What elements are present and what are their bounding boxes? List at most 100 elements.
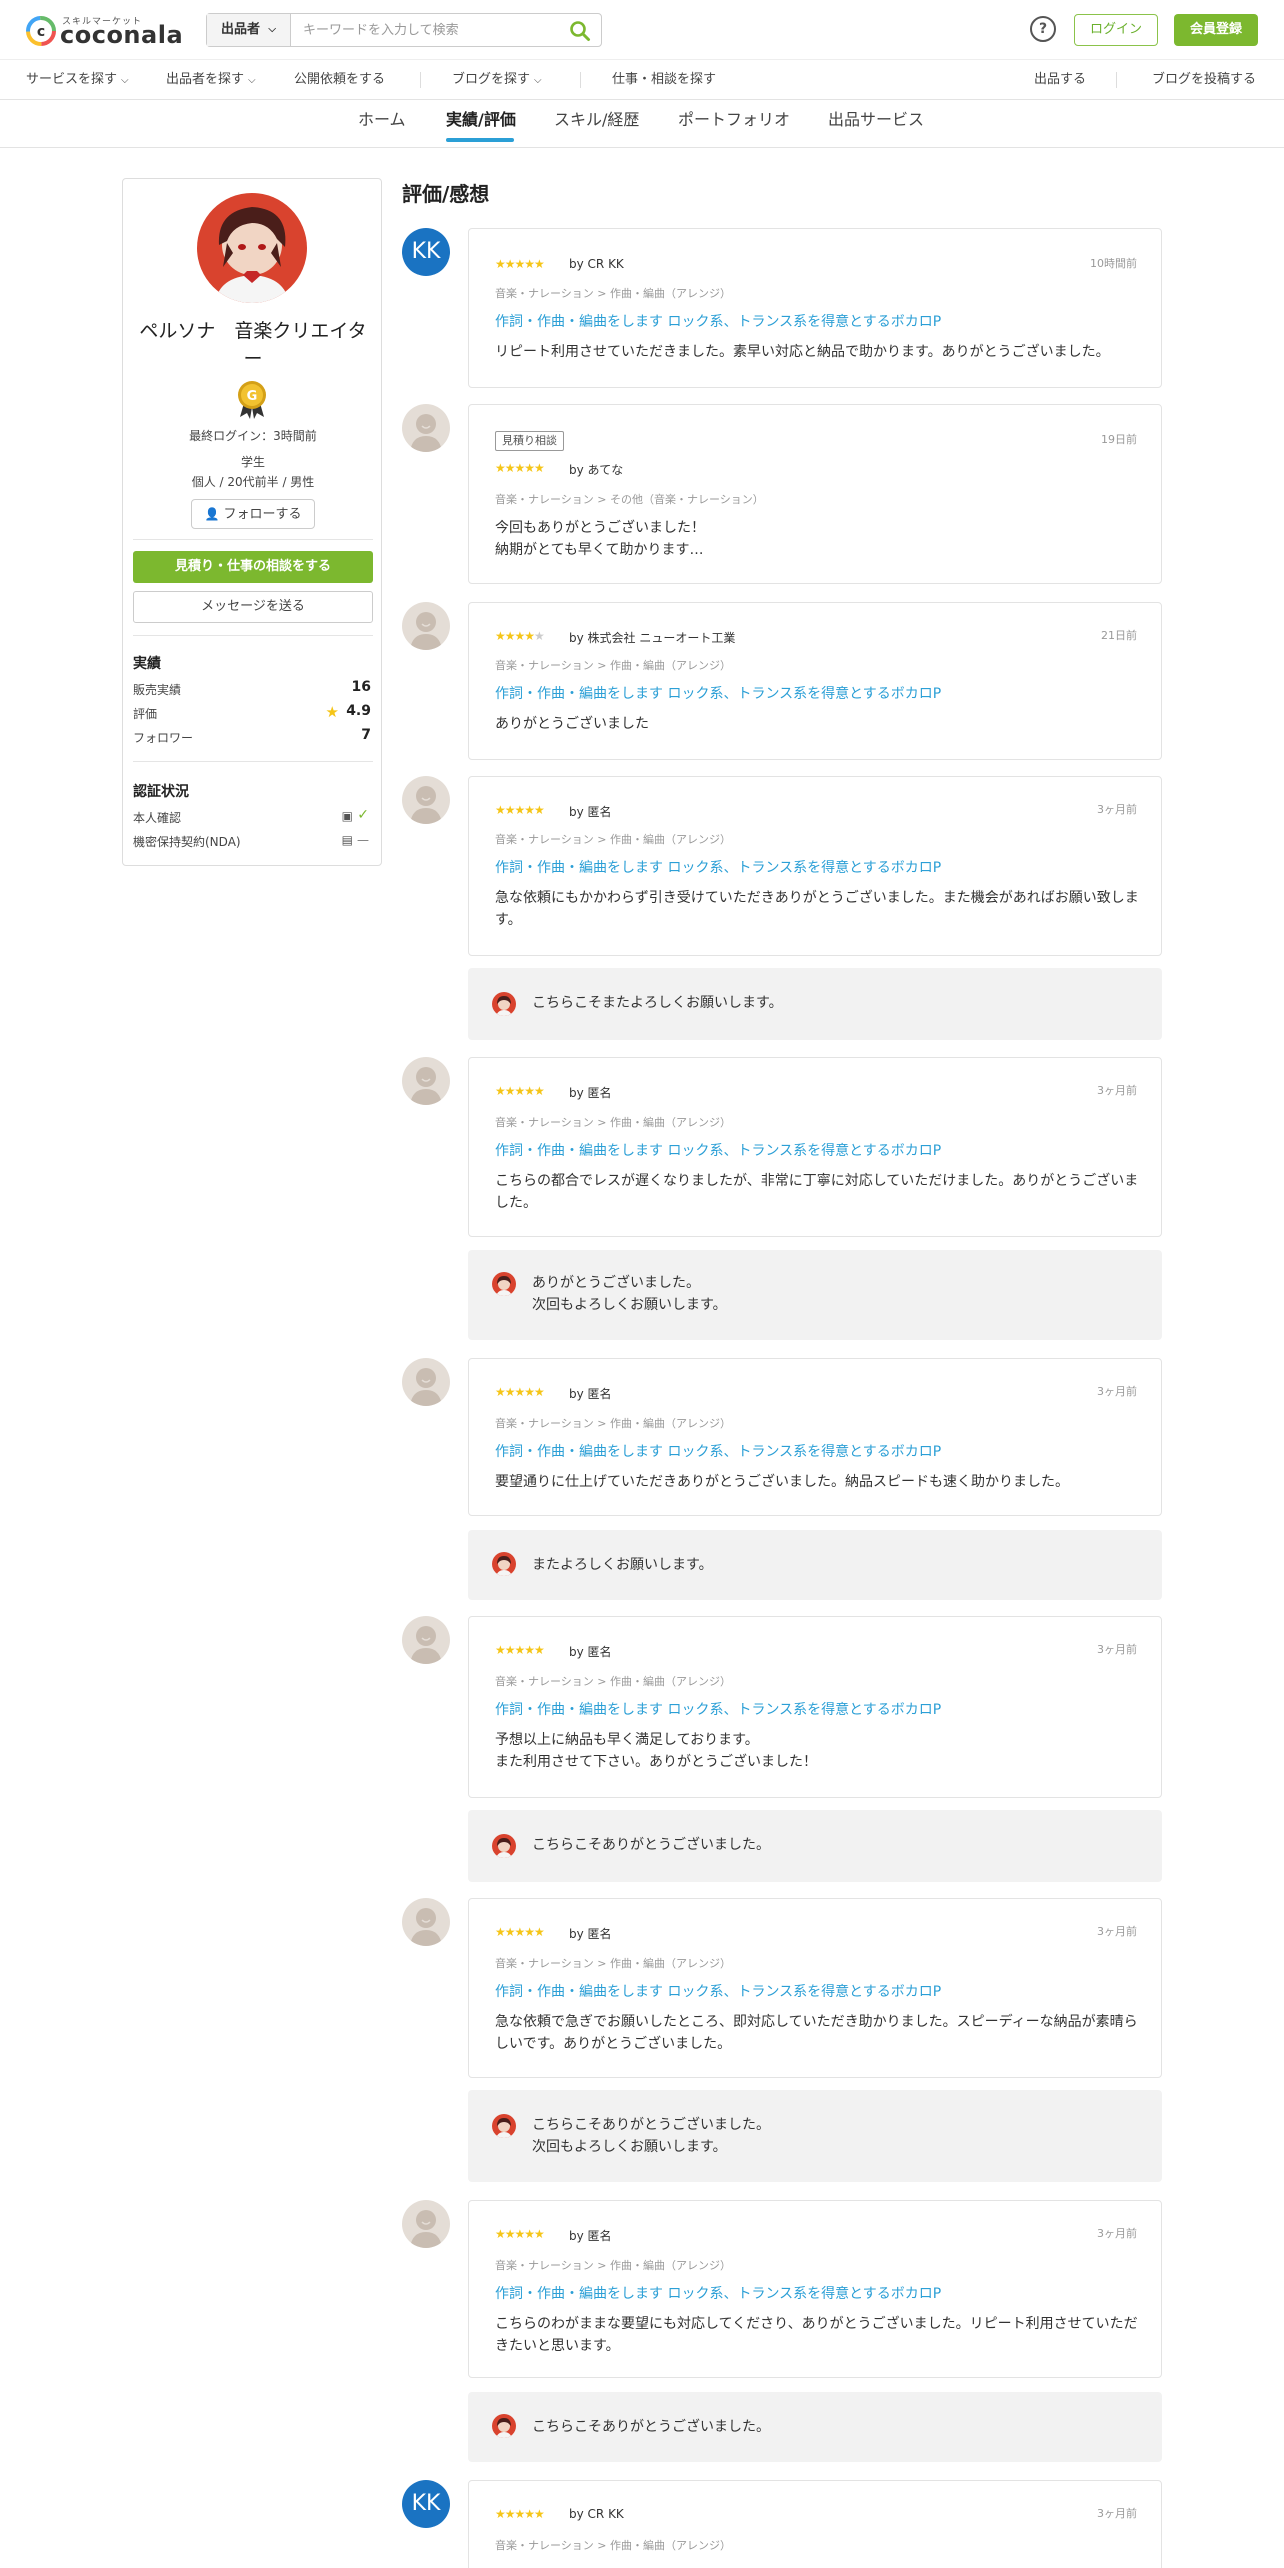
nav-find-blogs[interactable]: ブログを探す ⌵ <box>452 60 542 100</box>
search-input[interactable] <box>291 14 561 46</box>
seller-reply: こちらこそまたよろしくお願いします。 <box>468 968 1162 1040</box>
chevron-down-icon: ⌵ <box>534 75 542 86</box>
user-plus-icon: 👤 <box>204 507 220 521</box>
service-link[interactable]: 作詞・作曲・編曲をします ロック系、トランス系を得意とするボカロP <box>495 1441 941 1461</box>
filled-stars: ★★★★★ <box>495 1925 545 1939</box>
default-user-avatar-icon[interactable] <box>402 776 450 824</box>
default-user-avatar-icon[interactable] <box>402 1616 450 1664</box>
rating-stars: ★★★★★ <box>495 257 545 271</box>
send-message-button[interactable]: メッセージを送る <box>133 591 373 623</box>
coconala-logo[interactable]: c スキルマーケット coconala <box>26 14 183 49</box>
nav-find-jobs[interactable]: 仕事・相談を探す <box>612 60 716 100</box>
divider <box>133 635 373 636</box>
review-date: 21日前 <box>1101 629 1137 642</box>
review-comment: 要望通りに仕上げていただきありがとうございました。納品スピードも速く助かりました… <box>495 1474 1069 1490</box>
default-user-avatar-icon[interactable] <box>402 602 450 650</box>
default-user-avatar-icon[interactable] <box>402 2200 450 2248</box>
document-icon: ▤ <box>341 833 353 847</box>
service-category: 音楽・ナレーション > 作曲・編曲（アレンジ） <box>495 1675 731 1688</box>
seller-reply-avatar <box>492 1272 516 1296</box>
filled-stars: ★★★★★ <box>495 2507 545 2521</box>
nav-find-services-label: サービスを探す <box>26 72 118 87</box>
identity-label: 本人確認 <box>133 811 182 825</box>
reviewer-name: by 匿名 <box>569 1387 612 1401</box>
search-icon[interactable] <box>569 20 591 42</box>
reviewer-name: by 株式会社 ニューオート工業 <box>569 631 736 645</box>
service-link[interactable]: 作詞・作曲・編曲をします ロック系、トランス系を得意とするボカロP <box>495 1699 941 1719</box>
seller-avatar-image <box>197 193 307 303</box>
service-link[interactable]: 作詞・作曲・編曲をします ロック系、トランス系を得意とするボカロP <box>495 311 941 331</box>
seller-reply: こちらこそありがとうございました。 次回もよろしくお願いします。 <box>468 2090 1162 2182</box>
service-link[interactable]: 作詞・作曲・編曲をします ロック系、トランス系を得意とするボカロP <box>495 1140 941 1160</box>
service-category: 音楽・ナレーション > 作曲・編曲（アレンジ） <box>495 1957 731 1970</box>
follow-button[interactable]: 👤 フォローする <box>191 499 315 529</box>
filled-stars: ★★★★★ <box>495 803 545 817</box>
badge-letter: G <box>247 389 258 404</box>
nav-post-request[interactable]: 公開依頼をする <box>294 60 385 100</box>
profile-sidebar: ペルソナ 音楽クリエイター G 最終ログイン：3時間前 学生 個人 / 20代前… <box>122 178 382 866</box>
reply-text: こちらこそありがとうございました。 次回もよろしくお願いします。 <box>532 2117 770 2155</box>
search-type-select[interactable]: 出品者 ⌵ <box>207 14 291 46</box>
reply-text: ありがとうございました。 次回もよろしくお願いします。 <box>532 1275 727 1313</box>
nav-post-blog[interactable]: ブログを投稿する <box>1152 60 1256 100</box>
empty-star: ★ <box>534 629 545 643</box>
login-button[interactable]: ログイン <box>1074 14 1158 46</box>
stats-heading: 実績 <box>133 656 161 672</box>
service-link[interactable]: 作詞・作曲・編曲をします ロック系、トランス系を得意とするボカロP <box>495 857 941 877</box>
chevron-down-icon: ⌵ <box>248 75 256 86</box>
service-link[interactable]: 作詞・作曲・編曲をします ロック系、トランス系を得意とするボカロP <box>495 2283 941 2303</box>
review-comment: 予想以上に納品も早く満足しております。 また利用させて下さい。ありがとうございま… <box>495 1732 817 1770</box>
followers-label: フォロワー <box>133 731 194 745</box>
default-user-avatar-icon[interactable] <box>402 404 450 452</box>
reviewer-name: by あてな <box>569 463 624 477</box>
service-category: 音楽・ナレーション > 作曲・編曲（アレンジ） <box>495 2259 731 2272</box>
reviewer-name: by 匿名 <box>569 2229 612 2243</box>
seller-reply-avatar <box>492 992 516 1016</box>
tab-results-reviews[interactable]: 実績/評価 <box>446 100 516 148</box>
rating-stars: ★★★★★ <box>495 2227 545 2241</box>
rating-value: 4.9 <box>346 703 371 719</box>
reviews-title: 評価/感想 <box>402 182 490 206</box>
review-card: ★★★★★ by 株式会社 ニューオート工業 21日前 音楽・ナレーション > … <box>468 602 1162 760</box>
consult-button[interactable]: 見積り・仕事の相談をする <box>133 551 373 583</box>
nav-find-blogs-label: ブログを探す <box>452 72 531 87</box>
reviewer-name: by 匿名 <box>569 805 612 819</box>
signup-button[interactable]: 会員登録 <box>1174 14 1258 46</box>
default-user-avatar-icon[interactable] <box>402 1898 450 1946</box>
review-date: 3ヶ月前 <box>1097 1084 1137 1097</box>
filled-stars: ★★★★★ <box>495 1385 545 1399</box>
follow-label: フォローする <box>223 507 302 522</box>
reviewer-avatar[interactable]: KK <box>402 228 450 276</box>
nda-value: — <box>357 833 369 847</box>
help-icon[interactable]: ? <box>1030 16 1056 42</box>
tab-skills[interactable]: スキル/経歴 <box>554 100 639 148</box>
tab-results-reviews-label: 実績/評価 <box>446 110 516 129</box>
nav-sell[interactable]: 出品する <box>1034 60 1086 100</box>
logo-text: coconala <box>60 21 184 49</box>
filled-stars: ★★★★★ <box>495 2227 545 2241</box>
seller-avatar[interactable] <box>197 193 307 303</box>
nav-find-sellers[interactable]: 出品者を探す ⌵ <box>166 60 256 100</box>
nav-find-sellers-label: 出品者を探す <box>166 72 245 87</box>
review-comment: 急な依頼にもかかわらず引き受けていただきありがとうございました。また機会があれば… <box>495 890 1139 928</box>
tab-services[interactable]: 出品サービス <box>828 100 924 148</box>
default-user-avatar-icon[interactable] <box>402 1057 450 1105</box>
seller-reply: ありがとうございました。 次回もよろしくお願いします。 <box>468 1250 1162 1340</box>
service-category: 音楽・ナレーション > 作曲・編曲（アレンジ） <box>495 287 731 300</box>
review-card: ★★★★★ by 匿名 3ヶ月前 音楽・ナレーション > 作曲・編曲（アレンジ）… <box>468 1057 1162 1237</box>
identity-verification: 本人確認 ▣ ✓ <box>133 807 371 827</box>
tab-portfolio[interactable]: ポートフォリオ <box>678 100 790 148</box>
service-link[interactable]: 作詞・作曲・編曲をします ロック系、トランス系を得意とするボカロP <box>495 683 941 703</box>
service-category: 音楽・ナレーション > 作曲・編曲（アレンジ） <box>495 659 731 672</box>
default-user-avatar-icon[interactable] <box>402 1358 450 1406</box>
tab-home[interactable]: ホーム <box>358 100 406 148</box>
reviewer-avatar[interactable]: KK <box>402 2480 450 2528</box>
stat-sales: 販売実績 16 <box>133 679 371 699</box>
category-nav: サービスを探す ⌵ 出品者を探す ⌵ 公開依頼をする ブログを探す ⌵ 仕事・相談を探… <box>0 60 1284 100</box>
seller-reply-avatar <box>492 1834 516 1858</box>
divider <box>133 539 373 540</box>
filled-stars: ★★★★★ <box>495 257 545 271</box>
sales-label: 販売実績 <box>133 683 182 697</box>
service-link[interactable]: 作詞・作曲・編曲をします ロック系、トランス系を得意とするボカロP <box>495 1981 941 2001</box>
nav-find-services[interactable]: サービスを探す ⌵ <box>26 60 129 100</box>
